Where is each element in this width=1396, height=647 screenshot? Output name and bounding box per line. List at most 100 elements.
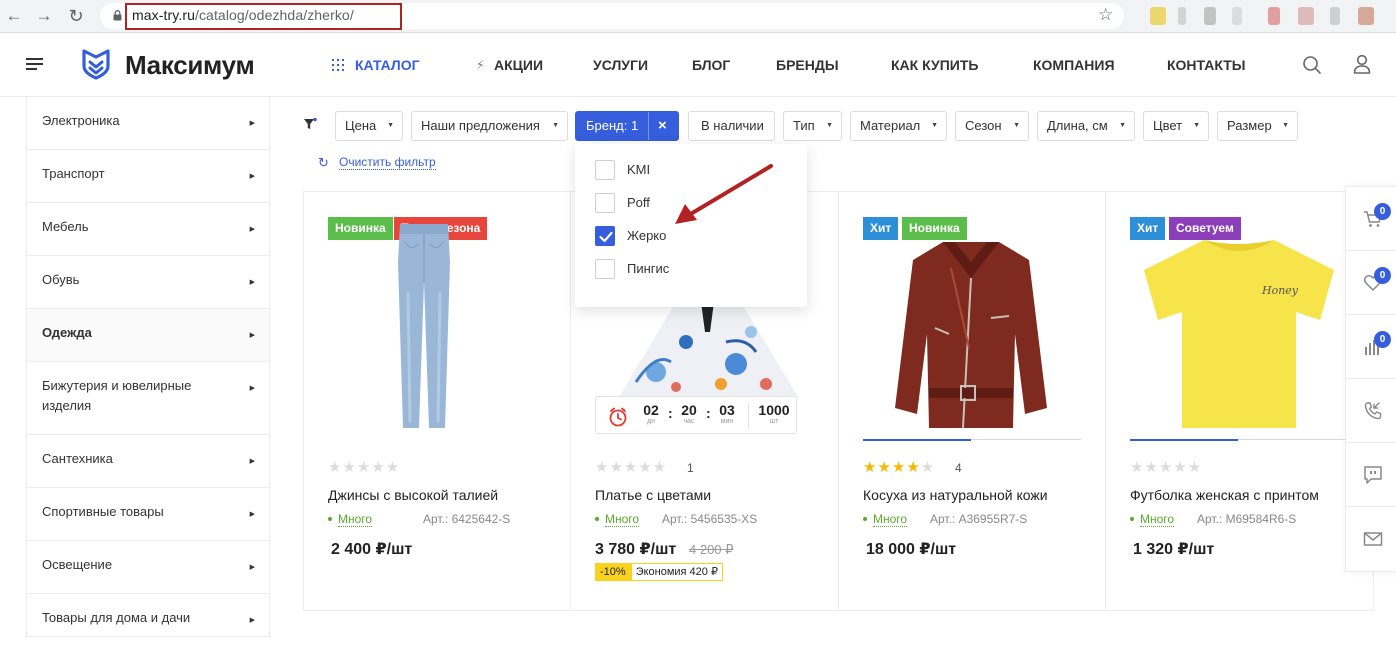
discount-badge: -10% Экономия 420 ₽ [595, 563, 723, 581]
product-card[interactable]: Хит Советуем Honey ★★★★★ Футболка женска… [1106, 192, 1373, 610]
product-name[interactable]: Косуха из натуральной кожи [863, 487, 1048, 503]
email-button[interactable] [1346, 507, 1396, 571]
nav-services[interactable]: УСЛУГИ [593, 57, 648, 73]
favorites-button[interactable]: 0 [1346, 251, 1396, 315]
stock-label[interactable]: Много [1140, 512, 1175, 527]
logo-icon[interactable] [80, 48, 112, 80]
favorites-count: 0 [1374, 267, 1391, 284]
filter-price[interactable]: Цена ▼ [335, 111, 403, 141]
stock-status: Много [595, 512, 640, 527]
brand-option-label: KMI [627, 162, 651, 177]
chevron-right-icon: ▶ [249, 458, 255, 465]
cart-button[interactable]: 0 [1346, 187, 1396, 251]
checkbox[interactable] [595, 193, 615, 213]
bookmark-star-icon[interactable]: ☆ [1098, 5, 1113, 25]
clear-brand-icon[interactable]: × [658, 112, 667, 140]
chat-icon [1364, 466, 1382, 484]
nav-contacts[interactable]: КОНТАКТЫ [1167, 57, 1245, 73]
nav-company[interactable]: КОМПАНИЯ [1033, 57, 1115, 73]
filter-type[interactable]: Тип ▼ [783, 111, 842, 141]
checkbox[interactable] [595, 160, 615, 180]
filter-funnel-icon[interactable] [303, 117, 317, 131]
sidebar-item-sports[interactable]: Спортивные товары ▶ [27, 488, 269, 541]
checkbox[interactable] [595, 259, 615, 279]
caret-down-icon: ▼ [826, 122, 833, 129]
timer-hours-label: час [683, 418, 695, 425]
promo-timer: 02 дн : 20 час : 03 мин 1000 шт [595, 396, 797, 434]
old-price: 4 200 ₽ [689, 542, 734, 557]
nav-catalog[interactable]: КАТАЛОГ [355, 57, 420, 73]
stock-label[interactable]: Много [605, 512, 640, 527]
timer-days: 02 [643, 402, 659, 418]
product-grid: Новинка Тренд сезона ★★★★★ Джинсы с высо… [303, 191, 1374, 611]
nav-sales[interactable]: АКЦИИ [494, 57, 543, 73]
logo-text[interactable]: Максимум [125, 50, 255, 81]
image-slider-indicator[interactable] [863, 439, 1081, 441]
filter-material[interactable]: Материал ▼ [850, 111, 947, 141]
extension-icon[interactable] [1358, 7, 1374, 25]
site-header: Максимум КАТАЛОГ ⚡ АКЦИИ УСЛУГИ БЛОГ БРЕ… [0, 33, 1396, 97]
search-icon[interactable] [1302, 55, 1322, 75]
extension-icon[interactable] [1178, 7, 1186, 25]
sidebar-item-electronics[interactable]: Электроника ▶ [27, 97, 269, 150]
sidebar-item-transport[interactable]: Транспорт ▶ [27, 150, 269, 203]
sidebar-item-shoes[interactable]: Обувь ▶ [27, 256, 269, 309]
filter-length[interactable]: Длина, см ▼ [1037, 111, 1135, 141]
sidebar-item-furniture[interactable]: Мебель ▶ [27, 203, 269, 256]
product-card[interactable]: Хит Новинка ★★★★★ 4 Косуха из натурально… [839, 192, 1106, 610]
filter-in-stock[interactable]: В наличии [688, 111, 775, 141]
extension-icon[interactable] [1268, 7, 1280, 25]
sidebar-item-clothing[interactable]: Одежда ▶ [27, 309, 269, 362]
checkbox-checked[interactable] [595, 226, 615, 246]
filter-season[interactable]: Сезон ▼ [955, 111, 1029, 141]
nav-brands[interactable]: БРЕНДЫ [776, 57, 839, 73]
reload-icon[interactable]: ↻ [66, 6, 86, 26]
compare-count: 0 [1374, 331, 1391, 348]
filter-color[interactable]: Цвет ▼ [1143, 111, 1209, 141]
extension-icon[interactable] [1204, 7, 1216, 25]
browser-toolbar: ← → ↻ max-try.ru/catalog/odezhda/zherko/… [0, 0, 1396, 33]
filter-our-offers[interactable]: Наши предложения ▼ [411, 111, 568, 141]
nav-how-to-buy[interactable]: КАК КУПИТЬ [891, 57, 978, 73]
sidebar-item-home-garden[interactable]: Товары для дома и дачи ▶ [27, 594, 269, 647]
forward-arrow-icon[interactable]: → [34, 6, 54, 26]
stock-label[interactable]: Много [338, 512, 373, 527]
filter-brand[interactable]: Бренд: 1 × [575, 111, 679, 141]
extension-icon[interactable] [1330, 7, 1340, 25]
sidebar-item-jewelry[interactable]: Бижутерия и ювелирные изделия ▶ [27, 362, 269, 435]
chat-button[interactable] [1346, 443, 1396, 507]
phone-callback-icon [1364, 402, 1382, 420]
product-card[interactable]: Новинка Тренд сезона ★★★★★ Джинсы с высо… [304, 192, 571, 610]
timer-hours: 20 [681, 402, 697, 418]
badge-new: Новинка [328, 217, 393, 240]
compare-button[interactable]: 0 [1346, 315, 1396, 379]
url-highlight-box [125, 3, 402, 30]
chevron-right-icon: ▶ [249, 511, 255, 518]
chevron-right-icon: ▶ [249, 617, 255, 624]
callback-button[interactable] [1346, 379, 1396, 443]
menu-burger-icon[interactable] [26, 58, 43, 71]
sidebar-item-plumbing[interactable]: Сантехника ▶ [27, 435, 269, 488]
image-slider-indicator[interactable] [1130, 439, 1348, 441]
user-icon[interactable] [1353, 54, 1371, 74]
stock-label[interactable]: Много [873, 512, 908, 527]
leather-jacket-image[interactable] [891, 238, 1051, 432]
timer-divider [748, 403, 749, 429]
back-arrow-icon[interactable]: ← [4, 6, 24, 26]
product-name[interactable]: Джинсы с высокой талией [328, 487, 498, 503]
jeans-image[interactable] [396, 222, 452, 432]
product-price: 2 400 ₽/шт [331, 541, 413, 558]
filter-size[interactable]: Размер ▼ [1217, 111, 1298, 141]
extension-icon[interactable] [1298, 7, 1314, 25]
product-name[interactable]: Платье с цветами [595, 487, 711, 503]
product-name[interactable]: Футболка женская с принтом [1130, 487, 1319, 503]
dress-image[interactable] [616, 302, 801, 397]
filter-label: Наши предложения [421, 118, 540, 133]
tshirt-image[interactable]: Honey [1134, 236, 1344, 432]
extension-icon[interactable] [1150, 7, 1166, 25]
extension-icon[interactable] [1232, 7, 1242, 25]
nav-blog[interactable]: БЛОГ [692, 57, 730, 73]
chevron-right-icon: ▶ [249, 226, 255, 233]
sidebar-item-lighting[interactable]: Освещение ▶ [27, 541, 269, 594]
filter-label: В наличии [701, 118, 764, 133]
